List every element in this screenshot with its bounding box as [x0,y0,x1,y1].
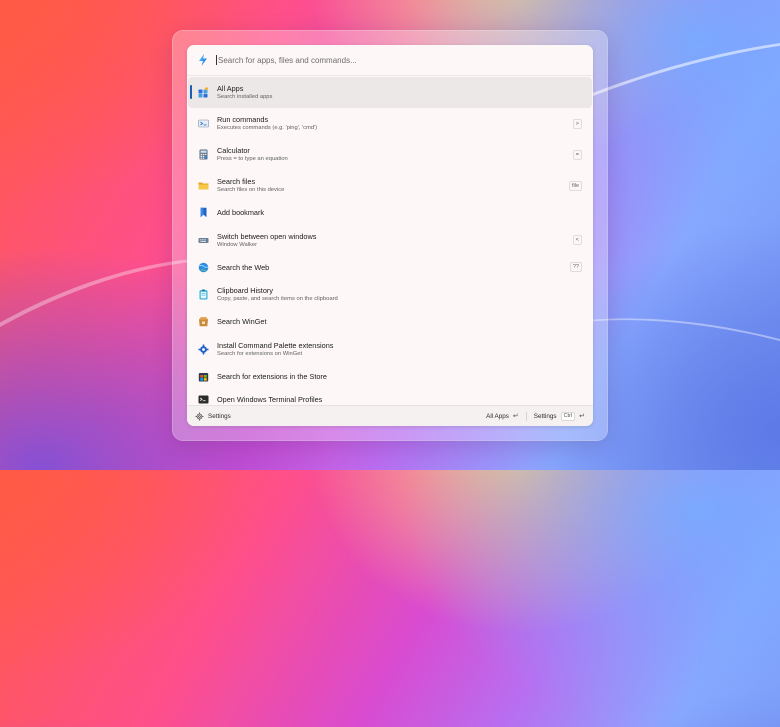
list-item-terminal-profiles[interactable]: Open Windows Terminal Profiles [188,388,592,405]
shortcut-tag: > [572,118,582,129]
window-walker-icon [198,235,209,246]
shortcut-tag: ?? [569,262,582,273]
item-title: Search for extensions in the Store [217,371,327,381]
settings-gear-icon[interactable] [195,411,204,421]
list-item-search-files[interactable]: Search files Search files on this device… [188,170,592,201]
web-search-icon [198,262,209,273]
item-subtitle: Search files on this device [217,187,285,193]
shortcut-tag: < [572,235,582,245]
extension-gear-icon [198,344,209,355]
list-item-install-extensions[interactable]: Install Command Palette extensions Searc… [188,334,592,365]
item-title: Search files [217,177,256,186]
item-title: Search WinGet [217,317,267,327]
list-item-search-winget[interactable]: Search WinGet [188,310,592,334]
item-subtitle: Executes commands (e.g. 'ping', 'cmd') [217,125,318,131]
item-title: Open Windows Terminal Profiles [217,395,323,405]
list-item-run-commands[interactable]: Run commands Executes commands (e.g. 'pi… [188,108,592,139]
all-apps-icon [198,87,209,98]
item-title: Add bookmark [217,208,265,218]
list-item-switch-windows[interactable]: Switch between open windows Window Walke… [188,225,592,256]
status-bar: Settings All Apps ↵ Settings Ctrl ↵ [187,405,593,426]
list-item-extensions-store[interactable]: Search for extensions in the Store [188,365,592,389]
item-subtitle: Window Walker [217,241,258,248]
enter-key-icon: ↵ [579,413,585,420]
enter-key-icon: ↵ [512,413,519,420]
command-palette: All Apps Search installed apps Run comma… [187,45,593,426]
folder-icon [198,180,209,191]
list-item-search-web[interactable]: Search the Web ?? [188,256,592,280]
item-subtitle: Search installed apps [217,94,273,100]
item-subtitle: Copy, paste, and search items on the cli… [217,296,338,302]
item-subtitle: Press = to type an equation [217,156,288,162]
shortcut-tag: file [568,180,582,191]
settings-link[interactable]: Settings [208,413,231,420]
list-item-all-apps[interactable]: All Apps Search installed apps [188,77,592,108]
command-palette-logo-icon [199,54,207,66]
item-title: Run commands [217,115,269,124]
item-title: Calculator [217,146,250,155]
winget-icon [198,316,209,327]
search-bar [187,45,593,76]
list-item-clipboard-history[interactable]: Clipboard History Copy, paste, and searc… [188,279,592,310]
item-title: Switch between open windows [217,231,317,241]
shortcut-tag: = [572,149,582,160]
list-item-add-bookmark[interactable]: Add bookmark [188,201,592,225]
item-subtitle: Search for extensions on WinGet [217,350,303,357]
secondary-action-label[interactable]: Settings [534,413,557,420]
results-list: All Apps Search installed apps Run comma… [187,76,593,405]
item-title: All Apps [217,84,244,93]
run-icon [198,118,209,129]
footer-divider [525,411,527,421]
calculator-icon [198,149,209,160]
store-icon [198,371,209,382]
text-caret [216,55,217,65]
search-input[interactable] [218,55,593,65]
primary-action-label[interactable]: All Apps [486,413,509,420]
item-title: Search the Web [217,262,270,272]
clipboard-icon [198,289,209,300]
bookmark-icon [198,207,209,218]
item-title: Clipboard History [217,286,273,295]
ctrl-key-badge: Ctrl [560,411,576,421]
item-title: Install Command Palette extensions [217,340,334,350]
terminal-icon [198,394,209,405]
list-item-calculator[interactable]: Calculator Press = to type an equation = [188,139,592,170]
